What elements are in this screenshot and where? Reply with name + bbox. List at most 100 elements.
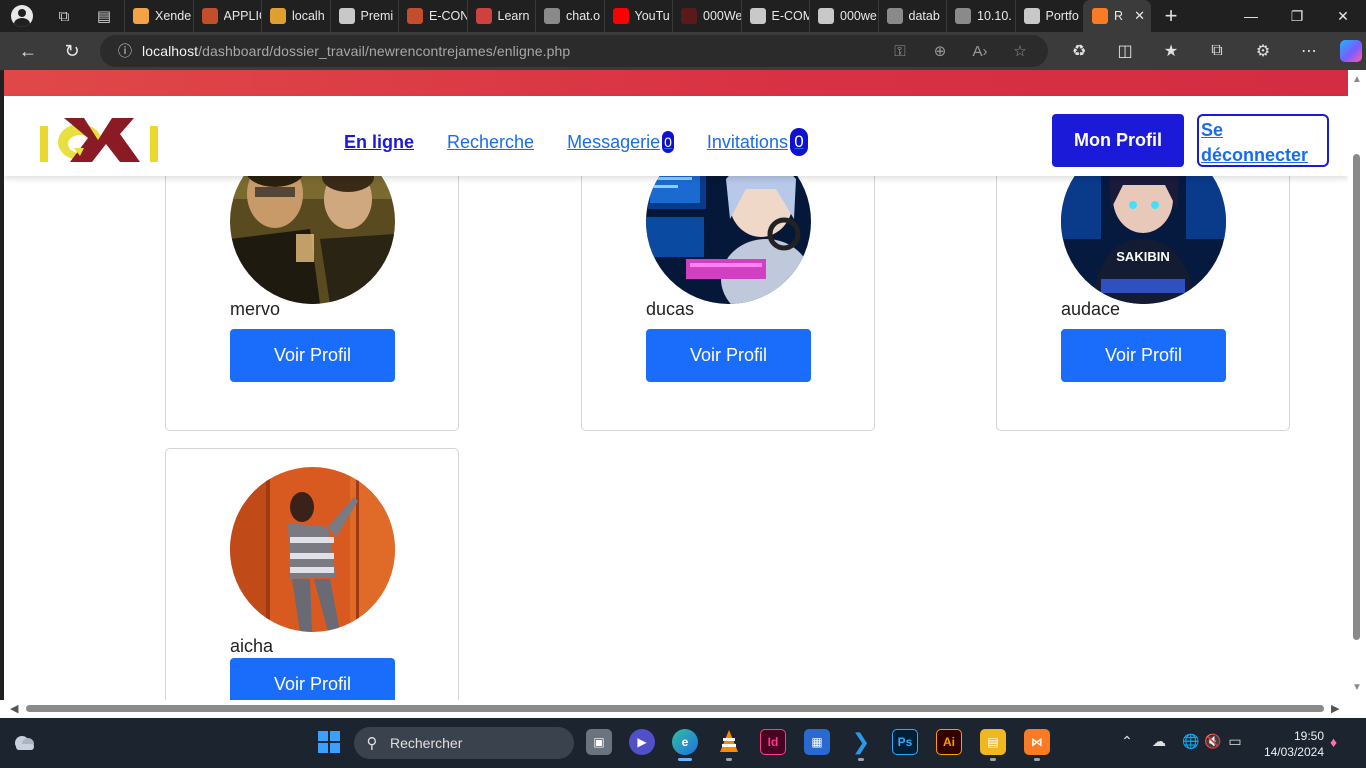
address-bar[interactable]: ⓘ localhost/dashboard/dossier_travail/ne…: [100, 35, 1048, 67]
copilot-icon[interactable]: [1340, 40, 1362, 62]
tab-list: Xende APPLIC localh Premi E-CON Learn chat.o Yo…: [124, 0, 1151, 32]
taskbar-search[interactable]: ⚲ Rechercher: [354, 727, 574, 759]
battery-icon[interactable]: ▭: [1224, 733, 1246, 750]
tab-title: localh: [292, 9, 325, 23]
language-globe-icon[interactable]: 🌐: [1180, 733, 1202, 750]
key-icon[interactable]: ⚿: [880, 43, 920, 60]
browser-tab[interactable]: datab: [877, 0, 947, 32]
nav-link-search[interactable]: Recherche: [447, 132, 534, 153]
restore-icon[interactable]: ❐: [1274, 0, 1320, 32]
new-tab-button[interactable]: +: [1151, 0, 1191, 32]
task-view-icon[interactable]: ▣: [586, 729, 612, 755]
network-status-icon[interactable]: ☁: [1148, 733, 1170, 750]
tab-title: YouTu: [634, 9, 670, 23]
explorer-running-indicator: [990, 758, 996, 761]
browser-tab[interactable]: 000we: [809, 0, 878, 32]
vertical-scroll-thumb[interactable]: [1353, 154, 1360, 640]
tab-favicon-icon: [201, 8, 218, 24]
refresh-icon[interactable]: ↻: [50, 32, 94, 70]
browser-tab[interactable]: 000We: [672, 0, 741, 32]
tab-title: 10.10.: [977, 9, 1012, 23]
collections-icon[interactable]: ⧉: [1194, 42, 1240, 60]
nav-link-invitations[interactable]: Invitations 0: [707, 128, 808, 156]
url-text[interactable]: localhost/dashboard/dossier_travail/newr…: [142, 43, 570, 59]
vlc-icon[interactable]: [716, 729, 742, 755]
site-logo: [40, 118, 158, 162]
browser-tab[interactable]: APPLIC: [192, 0, 262, 32]
tab-favicon-icon: [1023, 8, 1040, 24]
browser-tab[interactable]: Premi: [329, 0, 399, 32]
close-tab-icon[interactable]: ✕: [1134, 8, 1145, 24]
browser-tab[interactable]: YouTu: [603, 0, 673, 32]
read-aloud-icon[interactable]: A›: [960, 43, 1000, 60]
teams-meet-icon[interactable]: ▶: [629, 729, 655, 755]
back-icon[interactable]: ←: [6, 32, 50, 70]
microsoft-store-icon[interactable]: ▦: [804, 729, 830, 755]
nav-link-messages[interactable]: Messagerie 0: [567, 131, 674, 153]
browser-tab-active[interactable]: R ✕: [1083, 0, 1151, 32]
scroll-up-icon[interactable]: ▲: [1352, 74, 1362, 85]
show-hidden-icons-icon[interactable]: ⌃: [1116, 733, 1138, 750]
browser-tab[interactable]: E-COM: [740, 0, 809, 32]
tab-title: 000we: [840, 9, 877, 23]
site-info-icon[interactable]: ⓘ: [108, 41, 142, 61]
browser-tab[interactable]: chat.o: [535, 0, 604, 32]
weather-icon[interactable]: [12, 732, 36, 752]
scroll-down-icon[interactable]: ▼: [1352, 682, 1362, 693]
scroll-left-icon[interactable]: ◀: [10, 702, 18, 715]
indesign-icon[interactable]: Id: [760, 729, 786, 755]
horizontal-scrollbar[interactable]: ◀ ▶: [0, 700, 1366, 718]
file-explorer-icon[interactable]: ▤: [980, 729, 1006, 755]
vscode-icon[interactable]: ❯: [848, 729, 874, 755]
main-nav: En ligne Recherche Messagerie 0 Invitatio…: [344, 128, 841, 156]
volume-muted-icon[interactable]: 🔇: [1202, 733, 1224, 750]
url-host: localhost: [142, 43, 199, 59]
minimize-icon[interactable]: —: [1228, 0, 1274, 32]
browser-tab[interactable]: Learn: [466, 0, 536, 32]
user-name: ducas: [646, 299, 695, 319]
view-profile-button[interactable]: Voir Profil: [230, 658, 395, 700]
view-profile-button[interactable]: Voir Profil: [646, 329, 811, 382]
xampp-running-indicator: [1034, 758, 1040, 761]
edge-browser-icon[interactable]: e: [672, 729, 698, 755]
browser-tab[interactable]: localh: [261, 0, 330, 32]
user-card-ducas: ducas Voir Profil: [581, 139, 875, 431]
taskbar-search-label: Rechercher: [390, 735, 463, 751]
browser-tab[interactable]: Portfo: [1014, 0, 1084, 32]
photoshop-icon[interactable]: Ps: [892, 729, 918, 755]
nav-link-online[interactable]: En ligne: [344, 132, 414, 153]
logout-button[interactable]: Se déconnecter: [1197, 114, 1329, 167]
my-profile-button[interactable]: Mon Profil: [1052, 114, 1184, 167]
taskbar-clock[interactable]: 19:50 14/03/2024: [1258, 728, 1324, 760]
illustrator-icon[interactable]: Ai: [936, 729, 962, 755]
tab-actions-icon[interactable]: ▤: [84, 0, 124, 32]
tab-title: APPLIC: [223, 9, 262, 23]
performance-icon[interactable]: ⚙: [1240, 41, 1286, 61]
vertical-scrollbar[interactable]: ▲ ▼: [1348, 70, 1366, 700]
view-profile-button[interactable]: Voir Profil: [230, 329, 395, 382]
browser-tab[interactable]: Xende: [124, 0, 193, 32]
profile-icon[interactable]: [0, 0, 44, 32]
scroll-right-icon[interactable]: ▶: [1331, 702, 1339, 715]
favorites-icon[interactable]: ★: [1148, 41, 1194, 61]
horizontal-scroll-thumb[interactable]: [26, 705, 1324, 712]
start-button[interactable]: [318, 731, 340, 753]
view-profile-button[interactable]: Voir Profil: [1061, 329, 1226, 382]
zoom-icon[interactable]: ⊕: [920, 42, 960, 60]
tab-favicon-icon: [749, 8, 766, 24]
tab-favicon-icon: [407, 8, 423, 24]
window-controls: — ❐ ✕: [1228, 0, 1366, 32]
close-window-icon[interactable]: ✕: [1320, 0, 1366, 32]
tab-title: Portfo: [1045, 9, 1079, 23]
split-screen-icon[interactable]: ◫: [1102, 41, 1148, 61]
browser-tab[interactable]: E-CON: [398, 0, 467, 32]
favorite-star-icon[interactable]: ☆: [1000, 42, 1040, 60]
browser-tab[interactable]: 10.10.: [946, 0, 1015, 32]
user-name: mervo: [230, 299, 281, 319]
xampp-icon[interactable]: ⋈: [1024, 729, 1050, 755]
notification-bell-icon[interactable]: ♦: [1330, 734, 1344, 750]
workspaces-icon[interactable]: ⧉: [44, 0, 84, 32]
extensions-icon[interactable]: ♻: [1056, 41, 1102, 61]
more-options-icon[interactable]: ⋯: [1286, 41, 1332, 61]
tab-title: R: [1114, 9, 1124, 23]
